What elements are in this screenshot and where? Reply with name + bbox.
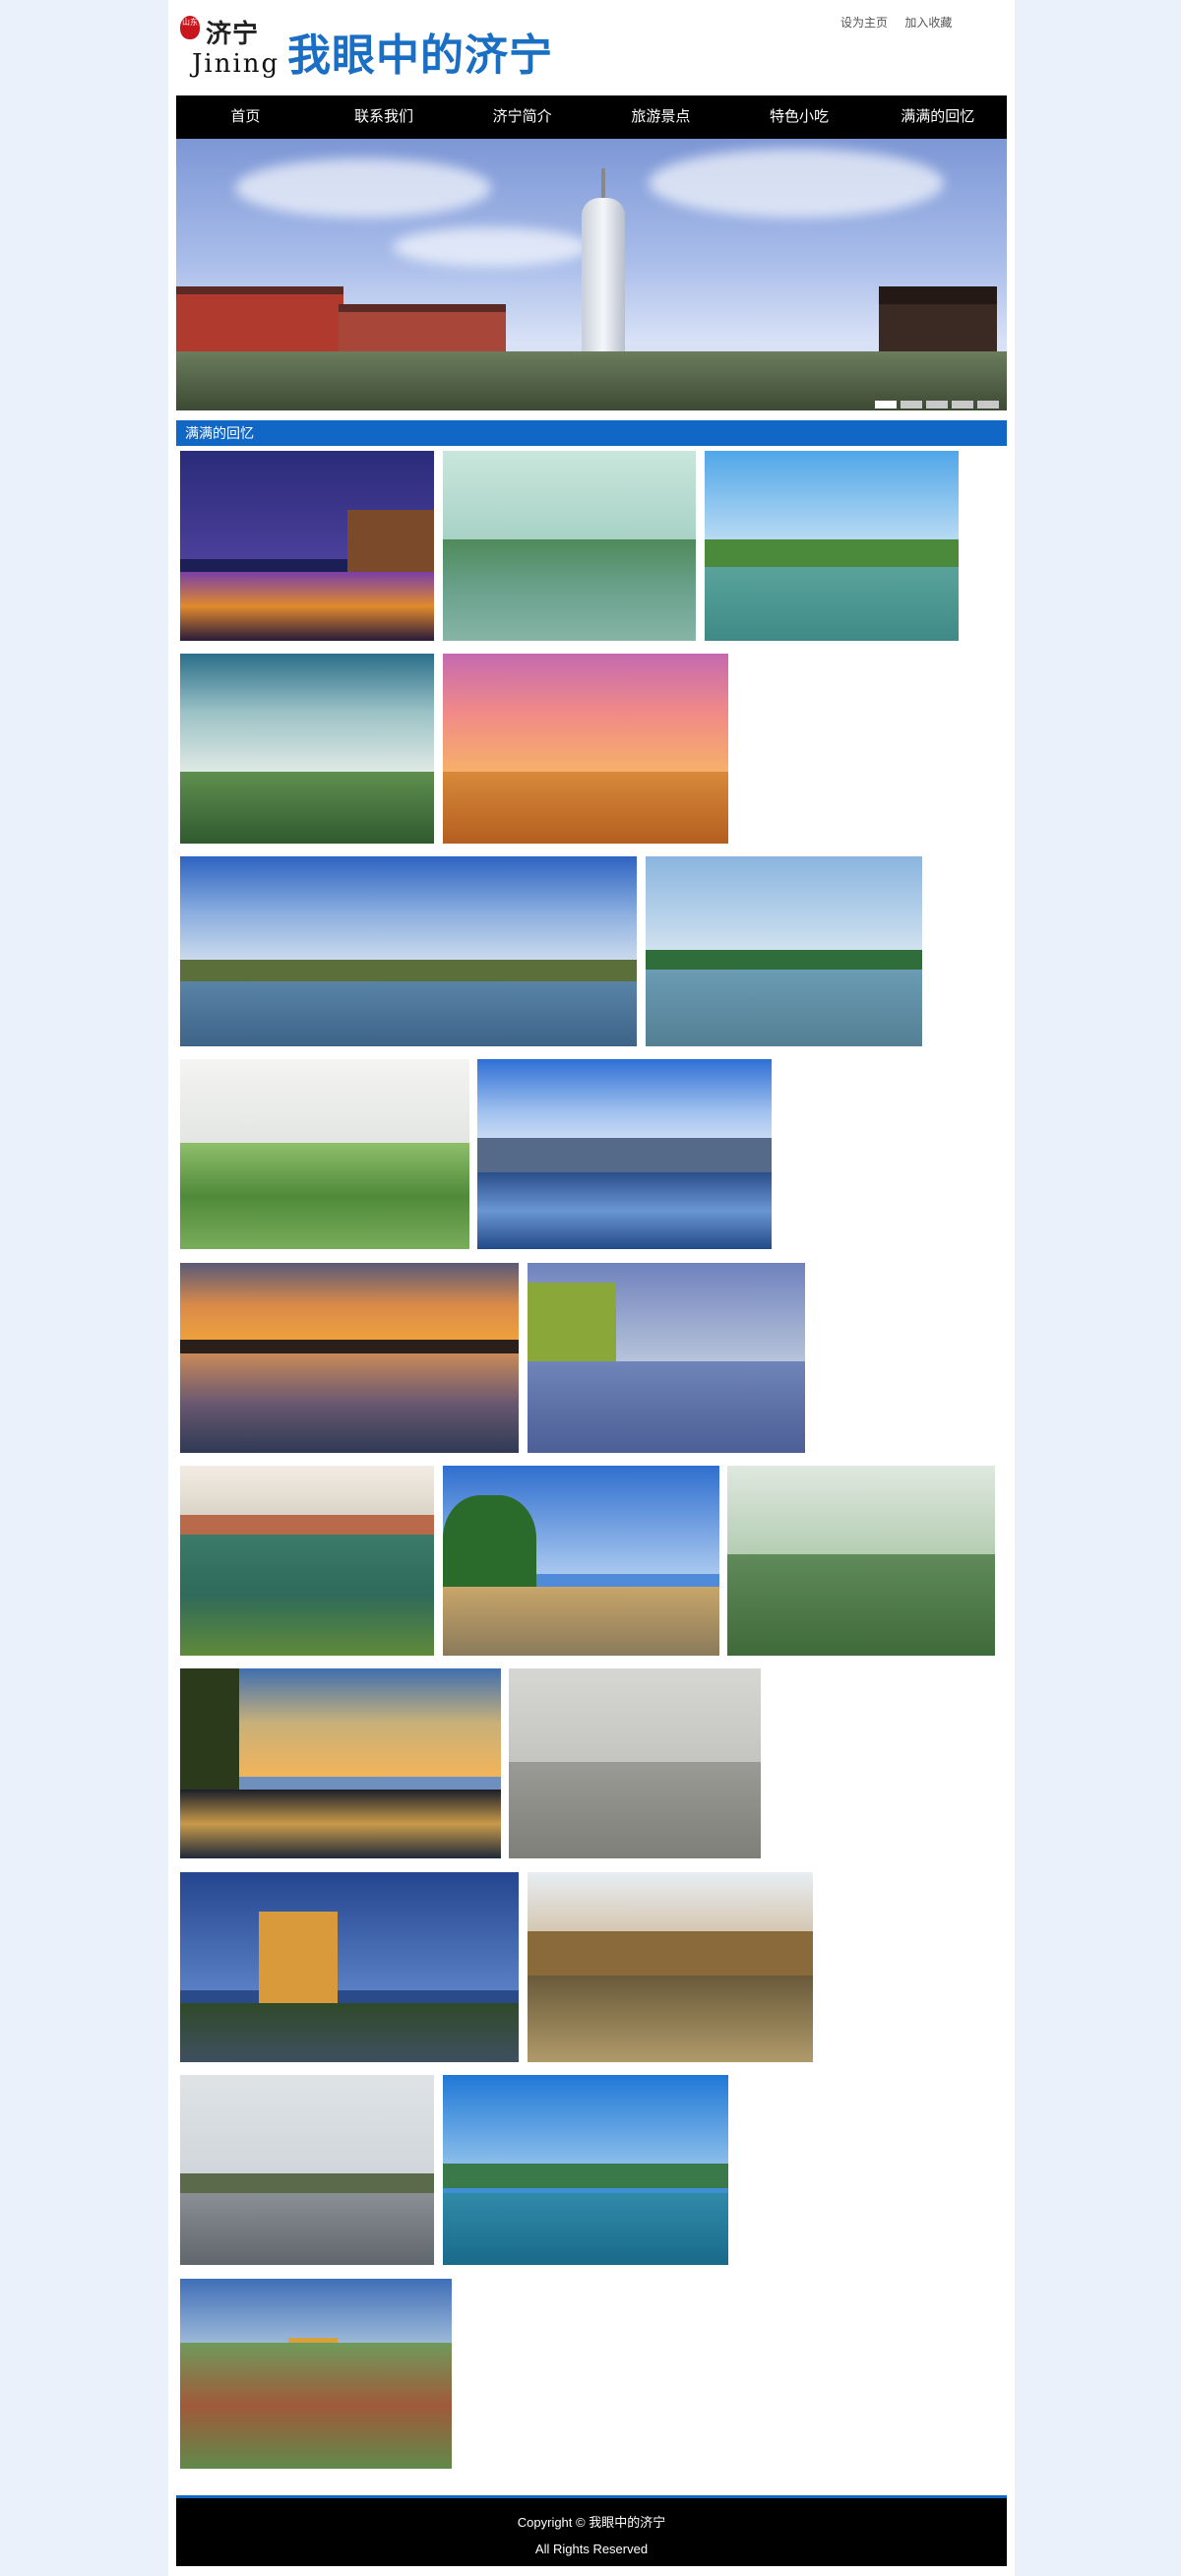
gallery-photo[interactable] — [443, 451, 696, 641]
gallery-photo[interactable] — [443, 2075, 728, 2265]
gallery-photo[interactable] — [180, 1263, 519, 1453]
gallery-photo[interactable] — [477, 1059, 772, 1249]
gallery-photo[interactable] — [180, 451, 434, 641]
gallery-photo[interactable] — [528, 1263, 805, 1453]
gallery-photo[interactable] — [180, 1059, 469, 1249]
gallery-photo[interactable] — [443, 654, 728, 844]
site-footer: Copyright © 我眼中的济宁 All Rights Reserved — [176, 2495, 1007, 2566]
gallery-photo[interactable] — [727, 1466, 995, 1656]
gallery-photo[interactable] — [705, 451, 959, 641]
gallery-photo[interactable] — [180, 856, 637, 1046]
gallery-photo[interactable] — [180, 1668, 501, 1858]
gallery-photo[interactable] — [443, 1466, 719, 1656]
gallery-photo[interactable] — [509, 1668, 761, 1858]
gallery-photo[interactable] — [180, 1872, 519, 2062]
gallery-photo[interactable] — [646, 856, 922, 1046]
gallery-photo[interactable] — [180, 2075, 434, 2265]
footer-rights: All Rights Reserved — [534, 2542, 649, 2556]
photo-gallery — [168, 0, 1015, 2490]
gallery-photo[interactable] — [180, 654, 434, 844]
gallery-photo[interactable] — [180, 1466, 434, 1656]
page-container: 山东 济宁 Jining 我眼中的济宁 设为主页 加入收藏 首页 联系我们 济宁… — [168, 0, 1015, 2576]
gallery-photo[interactable] — [180, 2279, 452, 2469]
gallery-photo[interactable] — [528, 1872, 813, 2062]
footer-copyright: Copyright © 我眼中的济宁 — [517, 2515, 666, 2530]
